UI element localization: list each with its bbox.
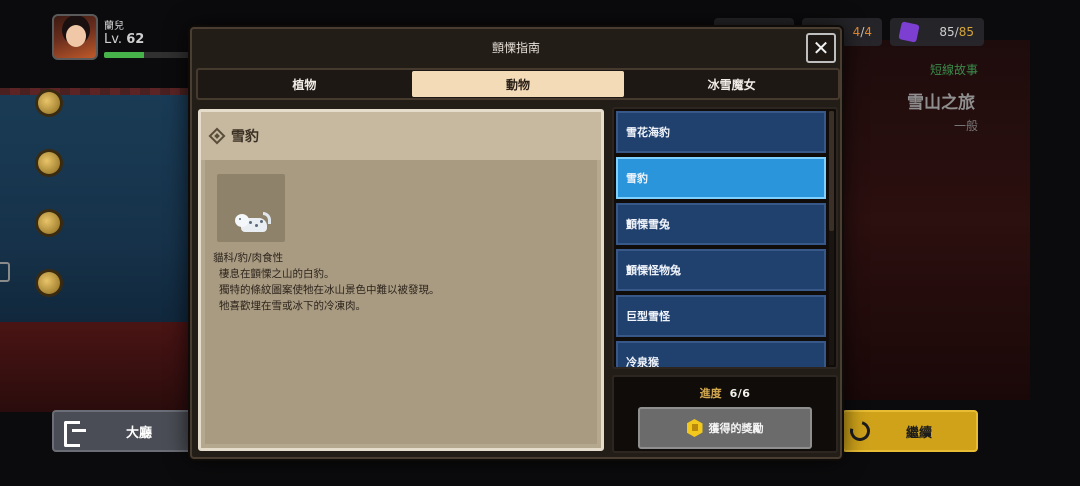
list-scroll-thumb[interactable] — [829, 111, 834, 231]
progress-value: 6/6 — [729, 387, 751, 400]
puzzle-current: 85 — [939, 25, 955, 39]
detail-name: 雪豹 — [231, 129, 259, 145]
reward-button[interactable]: 獲得的獎勵 — [638, 407, 812, 449]
tab-ice-witch[interactable]: 冰雪魔女 — [625, 70, 838, 98]
detail-panel: 雪豹 貓科/豹/肉食性 棲息在顫慄之山的白豹。 獨特的條紋圖案使牠在冰山景色中難… — [198, 109, 604, 451]
creature-list: 雪花海豹 雪豹 顫慄雪兔 顫慄怪物兔 巨型雪怪 冷泉猴 — [612, 107, 838, 369]
list-item[interactable]: 顫慄雪兔 — [616, 203, 826, 245]
exit-icon — [62, 418, 88, 447]
map-node — [38, 152, 60, 174]
list-item[interactable]: 雪豹 — [616, 157, 826, 199]
desc-line: 牠喜歡埋在雪或冰下的冷凍肉。 — [219, 300, 366, 312]
level-prefix: Lv. — [104, 32, 123, 47]
avatar[interactable] — [52, 14, 98, 60]
continue-button[interactable]: 繼續 — [842, 410, 978, 452]
story-difficulty: 一般 — [954, 119, 979, 133]
close-button[interactable]: ✕ — [806, 33, 836, 63]
creature-description: 貓科/豹/肉食性 棲息在顫慄之山的白豹。 獨特的條紋圖案使牠在冰山景色中難以被發… — [213, 250, 589, 314]
puzzle-count: 85/85 — [939, 25, 974, 39]
reward-label: 獲得的獎勵 — [708, 422, 764, 435]
modal-title: 顫慄指南 — [491, 41, 540, 55]
lobby-label: 大廳 — [126, 425, 153, 441]
diamond-icon — [208, 127, 226, 145]
progress-line: 進度 6/6 — [614, 385, 836, 401]
scroll-left-arrow[interactable] — [0, 262, 10, 282]
tab-plants[interactable]: 植物 — [198, 70, 411, 98]
category-tabs: 植物 動物 冰雪魔女 — [196, 68, 840, 100]
desc-line: 獨特的條紋圖案使牠在冰山景色中難以被發現。 — [219, 284, 440, 296]
hud-chip-puzzle: 85/85 — [890, 18, 984, 46]
story-title: 雪山之旅 — [907, 93, 975, 113]
player-card[interactable]: 蘭兒 Lv. 62 — [52, 14, 200, 62]
creature-portrait — [217, 174, 285, 242]
tickets-max: 4 — [864, 25, 872, 39]
water-area — [0, 95, 200, 335]
desc-line: 貓科/豹/肉食性 — [213, 252, 284, 264]
progress-panel: 進度 6/6 獲得的獎勵 — [612, 375, 838, 453]
tickets-current: 4 — [852, 25, 861, 39]
player-name: 蘭兒 — [104, 21, 124, 32]
desc-line: 棲息在顫慄之山的白豹。 — [219, 268, 335, 280]
progress-label: 進度 — [699, 387, 722, 400]
refresh-icon — [846, 417, 874, 445]
tab-animals[interactable]: 動物 — [411, 71, 625, 97]
list-item[interactable]: 雪花海豹 — [616, 111, 826, 153]
map-node — [38, 92, 60, 114]
list-scrollbar[interactable] — [829, 111, 834, 365]
player-level: Lv. 62 — [104, 32, 144, 47]
detail-body: 貓科/豹/肉食性 棲息在顫慄之山的白豹。 獨特的條紋圖案使牠在冰山景色中難以被發… — [205, 160, 597, 444]
exp-fill — [104, 52, 145, 58]
lobby-button[interactable]: 大廳 — [52, 410, 202, 452]
guide-modal: 顫慄指南 ✕ 植物 動物 冰雪魔女 雪豹 貓科/豹/肉食性 棲息在顫慄之山的白豹… — [190, 27, 842, 459]
level-value: 62 — [126, 32, 145, 47]
gem-icon — [686, 419, 703, 437]
list-item[interactable]: 顫慄怪物兔 — [616, 249, 826, 291]
snow-leopard-icon — [235, 212, 271, 234]
lava-area — [0, 322, 200, 412]
continue-label: 繼續 — [906, 425, 933, 441]
puzzle-icon — [898, 21, 920, 43]
progress-total: 6 — [742, 387, 751, 400]
story-kind: 短線故事 — [930, 63, 979, 77]
map-node — [38, 212, 60, 234]
list-item[interactable]: 巨型雪怪 — [616, 295, 826, 337]
creature-list-scroll[interactable]: 雪花海豹 雪豹 顫慄雪兔 顫慄怪物兔 巨型雪怪 冷泉猴 — [616, 111, 826, 367]
detail-header: 雪豹 — [201, 112, 601, 160]
map-node — [38, 272, 60, 294]
progress-current: 6 — [729, 387, 738, 400]
puzzle-max: 85 — [958, 25, 974, 39]
exp-bar — [104, 52, 200, 58]
list-item[interactable]: 冷泉猴 — [616, 341, 826, 367]
